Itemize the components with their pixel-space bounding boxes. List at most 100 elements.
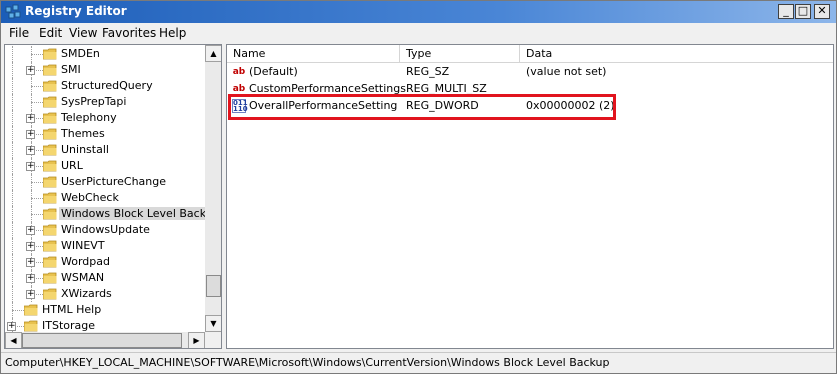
expand-icon[interactable]: + [26, 162, 35, 171]
tree-connector [12, 94, 13, 110]
expand-icon[interactable]: + [26, 226, 35, 235]
tree-item-label[interactable]: SysPrepTapi [59, 95, 128, 108]
tree-item-label[interactable]: URL [59, 159, 85, 172]
tree-item[interactable]: WebCheck [5, 190, 205, 206]
tree-item-label[interactable]: Themes [59, 127, 107, 140]
tree-connector [12, 222, 13, 238]
title-bar[interactable]: Registry Editor _ □ ✕ [1, 1, 836, 23]
tree-horizontal-scrollbar[interactable]: ◀ ▶ [5, 332, 205, 348]
scroll-up-button[interactable]: ▲ [205, 45, 221, 62]
close-button[interactable]: ✕ [814, 4, 830, 19]
tree-connector [12, 174, 13, 190]
folder-icon [43, 128, 57, 140]
tree-item-label[interactable]: UserPictureChange [59, 175, 168, 188]
tree-item-label[interactable]: ITStorage [40, 319, 97, 332]
tree-item[interactable]: + Uninstall [5, 142, 205, 158]
maximize-button[interactable]: □ [795, 4, 811, 19]
folder-icon [43, 272, 57, 284]
value-name: (Default) [249, 65, 298, 78]
folder-icon [43, 288, 57, 300]
folder-icon [43, 160, 57, 172]
tree-connector [12, 286, 13, 302]
tree-vertical-scrollbar[interactable]: ▲ ▼ [205, 45, 221, 332]
tree-connector [12, 142, 13, 158]
tree-item-label[interactable]: WebCheck [59, 191, 121, 204]
tree-item[interactable]: + WINEVT [5, 238, 205, 254]
tree-connector [12, 310, 24, 311]
folder-icon [43, 80, 57, 92]
tree-connector [12, 270, 13, 286]
tree-connector [12, 206, 13, 222]
tree-item[interactable]: + Themes [5, 126, 205, 142]
tree-item[interactable]: + Wordpad [5, 254, 205, 270]
tree-connector [12, 190, 13, 206]
folder-icon [43, 240, 57, 252]
tree-item[interactable]: SMDEn [5, 46, 205, 62]
menu-view[interactable]: View [69, 26, 97, 40]
expand-icon[interactable]: + [26, 290, 35, 299]
folder-icon [43, 112, 57, 124]
status-key-path: Computer\HKEY_LOCAL_MACHINE\SOFTWARE\Mic… [5, 356, 610, 369]
tree-item[interactable]: UserPictureChange [5, 174, 205, 190]
tree-item[interactable]: SysPrepTapi [5, 94, 205, 110]
expand-icon[interactable]: + [26, 258, 35, 267]
folder-icon [24, 320, 38, 332]
column-header-type[interactable]: Type [400, 45, 520, 63]
expand-icon[interactable]: + [7, 322, 16, 331]
menu-edit[interactable]: Edit [39, 26, 62, 40]
value-type: REG_SZ [406, 65, 450, 78]
tree-connector [12, 46, 13, 62]
tree-item-label[interactable]: Wordpad [59, 255, 112, 268]
expand-icon[interactable]: + [26, 242, 35, 251]
tree-item[interactable]: StructuredQuery [5, 78, 205, 94]
tree-item-label[interactable]: StructuredQuery [59, 79, 155, 92]
tree-item[interactable]: + Telephony [5, 110, 205, 126]
tree-item[interactable]: + XWizards [5, 286, 205, 302]
tree-item-label[interactable]: SMI [59, 63, 83, 76]
scroll-left-button[interactable]: ◀ [5, 332, 22, 348]
folder-icon [43, 96, 57, 108]
expand-icon[interactable]: + [26, 66, 35, 75]
list-header: Name Type Data [227, 45, 833, 63]
tree-item-label[interactable]: Telephony [59, 111, 119, 124]
tree-item-label[interactable]: WINEVT [59, 239, 107, 252]
tree-item[interactable]: + SMI [5, 62, 205, 78]
menu-help[interactable]: Help [159, 26, 186, 40]
scroll-right-button[interactable]: ▶ [188, 332, 205, 348]
expand-icon[interactable]: + [26, 114, 35, 123]
tree-item-label[interactable]: WindowsUpdate [59, 223, 152, 236]
tree-connector [31, 214, 43, 215]
registry-values-list[interactable]: Name Type Data ab (Default) REG_SZ (value n… [226, 44, 834, 349]
tree-item-label[interactable]: Uninstall [59, 143, 111, 156]
tree-item-label[interactable]: SMDEn [59, 47, 102, 60]
tree-item[interactable]: + WSMAN [5, 270, 205, 286]
tree-connector [12, 238, 13, 254]
tree-item-label[interactable]: HTML Help [40, 303, 103, 316]
scroll-down-button[interactable]: ▼ [205, 315, 221, 332]
expand-icon[interactable]: + [26, 130, 35, 139]
menu-file[interactable]: File [9, 26, 29, 40]
menu-favorites[interactable]: Favorites [102, 26, 156, 40]
registry-editor-icon [5, 4, 21, 19]
tree-connector [12, 78, 13, 94]
expand-icon[interactable]: + [26, 274, 35, 283]
tree-item[interactable]: HTML Help [5, 302, 205, 318]
tree-item-label[interactable]: XWizards [59, 287, 114, 300]
tree-connector [31, 198, 43, 199]
tree-item-label[interactable]: WSMAN [59, 271, 106, 284]
tree-vscroll-thumb[interactable] [206, 275, 221, 297]
window-title: Registry Editor [25, 4, 127, 18]
column-header-data[interactable]: Data [520, 45, 833, 63]
scrollbar-corner [205, 332, 221, 348]
minimize-button[interactable]: _ [778, 4, 794, 19]
tree-hscroll-thumb[interactable] [22, 333, 182, 348]
column-header-name[interactable]: Name [227, 45, 400, 63]
tree-item[interactable]: + URL [5, 158, 205, 174]
tree-connector [31, 54, 43, 55]
tree-item-label[interactable]: Windows Block Level Backup [59, 207, 221, 220]
registry-key-tree[interactable]: SMDEn + SMI StructuredQuery SysPrepTapi + Tele… [4, 44, 222, 349]
registry-value-row[interactable]: ab (Default) REG_SZ (value not set) [227, 64, 833, 81]
tree-item[interactable]: + WindowsUpdate [5, 222, 205, 238]
expand-icon[interactable]: + [26, 146, 35, 155]
tree-item[interactable]: Windows Block Level Backup [5, 206, 221, 222]
